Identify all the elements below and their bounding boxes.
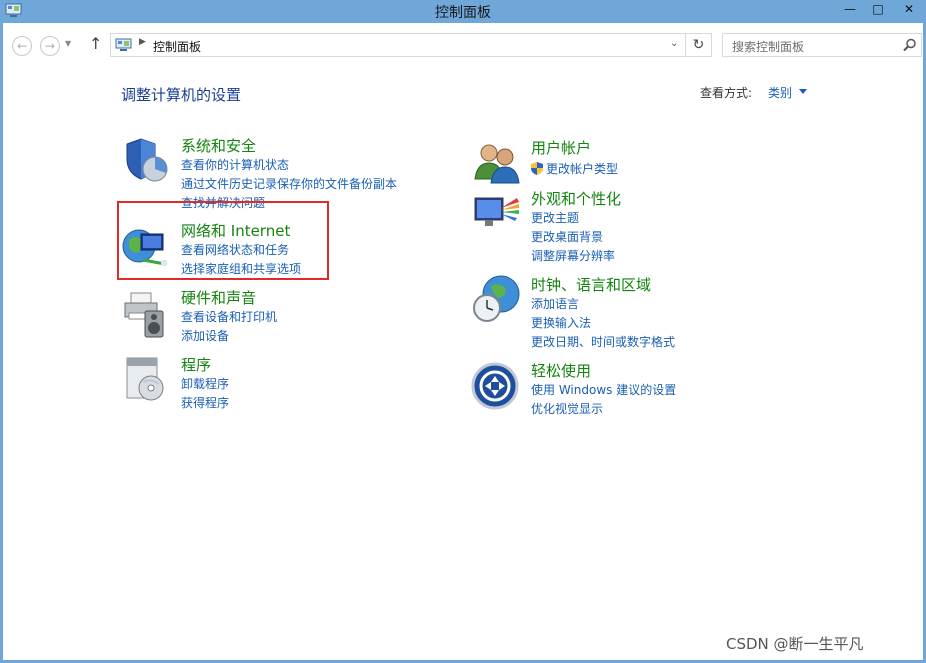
control-panel-window: 控制面板 — □ ✕ ← → ▼ ↑ ▶ 控制面板 ⌄ ↻ 搜索控制面板 调整计… (0, 0, 926, 663)
minimize-button[interactable]: — (836, 0, 864, 20)
link-view-computer-status[interactable]: 查看你的计算机状态 (181, 156, 289, 173)
printer-speaker-icon (124, 292, 164, 338)
link-optimize-visual-display[interactable]: 优化视觉显示 (531, 400, 603, 417)
link-change-theme[interactable]: 更改主题 (531, 209, 579, 226)
back-button[interactable]: ← (12, 36, 32, 56)
forward-arrow-icon: → (44, 39, 56, 53)
category-title[interactable]: 轻松使用 (531, 360, 591, 381)
view-by-label: 查看方式: (700, 86, 753, 100)
title-bar: 控制面板 — □ ✕ (0, 0, 926, 23)
ease-of-access-icon (471, 362, 519, 410)
monitor-palette-icon (474, 197, 519, 226)
link-get-programs[interactable]: 获得程序 (181, 394, 229, 411)
back-arrow-icon: ← (16, 39, 28, 53)
forward-button[interactable]: → (40, 36, 60, 56)
up-arrow-icon[interactable]: ↑ (89, 34, 102, 53)
programs-disc-icon (126, 357, 164, 401)
category-title[interactable]: 时钟、语言和区域 (531, 274, 651, 295)
dropdown-caret-icon[interactable] (799, 89, 807, 94)
link-uninstall-program[interactable]: 卸载程序 (181, 375, 229, 392)
address-dropdown-chevron-icon[interactable]: ⌄ (670, 38, 678, 49)
shield-pie-icon (126, 138, 168, 182)
users-icon (474, 144, 520, 184)
search-placeholder: 搜索控制面板 (732, 40, 805, 54)
category-title[interactable]: 程序 (181, 354, 211, 375)
window-title: 控制面板 (435, 5, 491, 21)
window-content: ← → ▼ ↑ ▶ 控制面板 ⌄ ↻ 搜索控制面板 调整计算机的设置 查看方式:… (3, 23, 923, 660)
link-change-account-type[interactable]: 更改帐户类型 (531, 160, 618, 177)
clock-globe-icon (473, 275, 520, 322)
link-change-date-time-format[interactable]: 更改日期、时间或数字格式 (531, 333, 675, 350)
link-change-input-method[interactable]: 更换输入法 (531, 314, 591, 331)
category-title[interactable]: 系统和安全 (181, 135, 256, 156)
view-by-dropdown[interactable]: 类别 (768, 84, 792, 101)
address-bar[interactable]: ▶ 控制面板 ⌄ (110, 33, 686, 57)
recent-locations-chevron-icon[interactable]: ▼ (65, 39, 71, 48)
breadcrumb-chevron-icon[interactable]: ▶ (139, 37, 146, 47)
category-title[interactable]: 外观和个性化 (531, 188, 621, 209)
link-add-language[interactable]: 添加语言 (531, 295, 579, 312)
navigation-bar: ← → ▼ ↑ ▶ 控制面板 ⌄ ↻ 搜索控制面板 (3, 29, 923, 59)
control-panel-icon (115, 38, 132, 51)
close-button[interactable]: ✕ (892, 0, 926, 20)
link-file-history-backup[interactable]: 通过文件历史记录保存你的文件备份副本 (181, 175, 397, 192)
link-view-devices-printers[interactable]: 查看设备和打印机 (181, 308, 277, 325)
link-change-desktop-background[interactable]: 更改桌面背景 (531, 228, 603, 245)
maximize-button[interactable]: □ (864, 0, 892, 20)
category-title[interactable]: 用户帐户 (531, 137, 591, 158)
link-label: 更改帐户类型 (546, 162, 619, 176)
page-title: 调整计算机的设置 (121, 86, 242, 104)
refresh-button[interactable]: ↻ (686, 33, 712, 57)
link-add-device[interactable]: 添加设备 (181, 327, 229, 344)
search-icon[interactable] (903, 38, 917, 52)
uac-shield-icon (531, 162, 543, 175)
breadcrumb-control-panel[interactable]: 控制面板 (153, 38, 201, 55)
annotation-highlight-box (117, 201, 329, 280)
link-use-windows-recommended[interactable]: 使用 Windows 建议的设置 (531, 381, 676, 398)
category-title[interactable]: 硬件和声音 (181, 287, 256, 308)
refresh-icon: ↻ (692, 37, 705, 53)
link-adjust-resolution[interactable]: 调整屏幕分辨率 (531, 247, 615, 264)
search-box[interactable]: 搜索控制面板 (722, 33, 922, 57)
watermark: CSDN @断一生平凡 (726, 635, 864, 653)
